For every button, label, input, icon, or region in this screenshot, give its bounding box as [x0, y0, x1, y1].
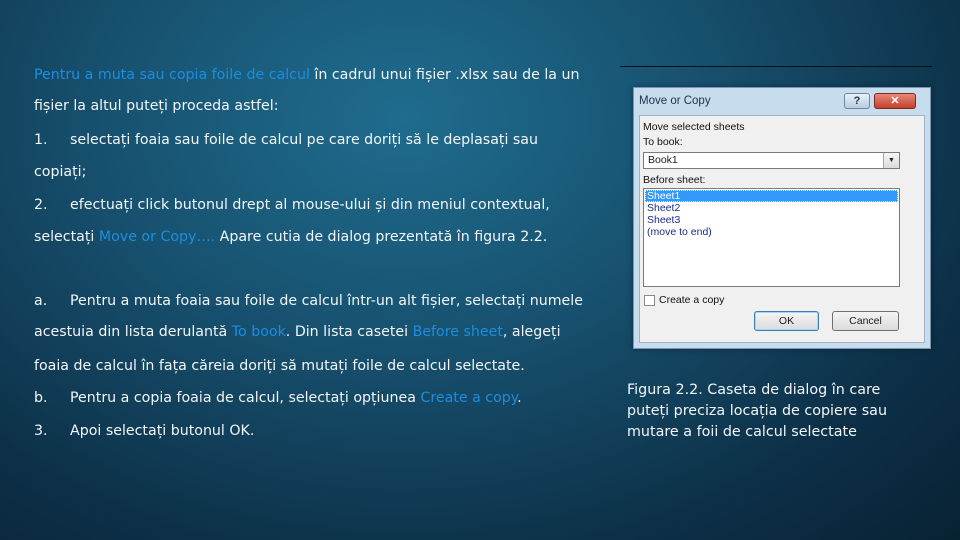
step-3-number: 3.	[34, 423, 48, 439]
ok-button[interactable]: OK	[754, 311, 819, 331]
move-or-copy-dialog: Move or Copy ? ✕ Move selected sheets To…	[633, 87, 931, 349]
sheet-list-item[interactable]: Sheet3	[645, 214, 898, 226]
intro-line-1-rest: în cadrul unui fișier .xlsx sau de la un	[309, 67, 580, 83]
create-copy-checkbox[interactable]	[644, 295, 655, 306]
step-1-line-1: 1. selectați foaia sau foile de calcul pe…	[34, 131, 538, 149]
dialog-titlebar[interactable]: Move or Copy ? ✕	[634, 88, 930, 114]
move-or-copy-highlight: Move or Copy….	[98, 229, 216, 245]
step-2-line-1: 2. efectuați click butonul drept al mouse…	[34, 196, 550, 214]
step-2-text: efectuați click butonul drept al mouse-u…	[70, 197, 550, 213]
caption-line-1: Figura 2.2. Caseta de dialog în care	[627, 382, 881, 398]
step-a-line-1: a. Pentru a muta foaia sau foile de calcu…	[34, 292, 583, 310]
step-b-number: b.	[34, 390, 48, 406]
sheet-list-item[interactable]: Sheet1	[645, 190, 898, 202]
intro-line-1: Pentru a muta sau copia foile de calcul …	[34, 66, 580, 84]
before-sheet-label: Before sheet:	[643, 174, 706, 186]
step-b-text-b: .	[517, 390, 522, 406]
step-a-line-2-b: . Din lista casetei	[285, 324, 413, 340]
intro-line-2: fișier la altul puteți proceda astfel:	[34, 98, 279, 114]
move-selected-sheets-label: Move selected sheets	[643, 121, 745, 133]
cancel-button[interactable]: Cancel	[832, 311, 899, 331]
step-3-text: Apoi selectați butonul OK.	[70, 423, 255, 439]
step-a-number: a.	[34, 293, 48, 309]
to-book-value: Book1	[648, 154, 678, 166]
step-a-line-2: acestuia din lista derulantă To book. Di…	[34, 323, 561, 341]
step-1-number: 1.	[34, 132, 48, 148]
create-a-copy-highlight: Create a copy	[420, 390, 518, 406]
step-a-line-2-a: acestuia din lista derulantă	[34, 324, 232, 340]
figure-caption: Figura 2.2. Caseta de dialog în care put…	[627, 380, 927, 443]
step-a-text: Pentru a muta foaia sau foile de calcul …	[70, 293, 583, 309]
divider-line	[620, 66, 932, 67]
before-sheet-highlight: Before sheet	[412, 324, 503, 340]
to-book-dropdown[interactable]: Book1 ▼	[643, 152, 900, 169]
dialog-title: Move or Copy	[639, 95, 711, 107]
caption-line-3: mutare a foii de calcul selectate	[627, 424, 857, 440]
step-b-text-a: Pentru a copia foaia de calcul, selectaț…	[70, 390, 421, 406]
before-sheet-list[interactable]: Sheet1 Sheet2 Sheet3 (move to end)	[643, 188, 900, 287]
caption-line-2: puteți preciza locația de copiere sau	[627, 403, 888, 419]
sheet-list-item[interactable]: Sheet2	[645, 202, 898, 214]
step-b-line: b. Pentru a copia foaia de calcul, select…	[34, 389, 522, 407]
intro-highlight: Pentru a muta sau copia foile de calcul	[34, 67, 310, 83]
step-2-line-2-b: Apare cutia de dialog prezentată în figu…	[215, 229, 548, 245]
step-a-line-2-c: , alegeți	[502, 324, 561, 340]
step-3-line: 3. Apoi selectați butonul OK.	[34, 422, 254, 440]
to-book-label: To book:	[643, 136, 683, 148]
close-button[interactable]: ✕	[874, 93, 916, 109]
step-2-number: 2.	[34, 197, 48, 213]
step-1-text: selectați foaia sau foile de calcul pe c…	[70, 132, 538, 148]
step-2-line-2: selectați Move or Copy…. Apare cutia de …	[34, 228, 547, 246]
dialog-body: Move selected sheets To book: Book1 ▼ Be…	[639, 115, 925, 343]
to-book-highlight: To book	[231, 324, 286, 340]
step-2-line-2-a: selectați	[34, 229, 99, 245]
step-a-line-3: foaia de calcul în fața căreia doriți să…	[34, 358, 525, 374]
step-1-line-2: copiați;	[34, 164, 87, 180]
chevron-down-icon[interactable]: ▼	[883, 153, 899, 168]
help-button[interactable]: ?	[844, 93, 870, 109]
create-copy-label[interactable]: Create a copy	[659, 294, 724, 306]
sheet-list-item[interactable]: (move to end)	[645, 226, 898, 238]
